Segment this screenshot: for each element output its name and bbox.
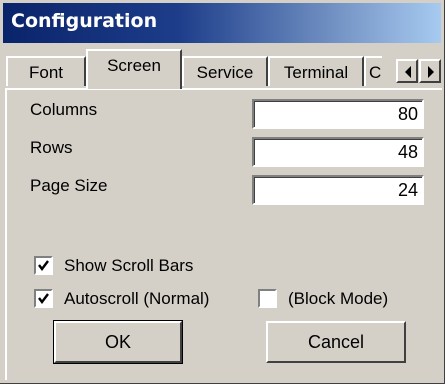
tab-font-label: Font bbox=[28, 63, 64, 82]
cancel-button-label: Cancel bbox=[307, 332, 365, 352]
block-mode-label[interactable]: (Block Mode) bbox=[288, 289, 388, 309]
tab-screen-label: Screen bbox=[107, 56, 161, 75]
columns-label: Columns bbox=[30, 100, 98, 119]
tab-partial-label: C bbox=[369, 63, 382, 82]
page-size-input[interactable]: 24 bbox=[252, 175, 424, 205]
columns-value: 80 bbox=[397, 104, 418, 124]
title-bar[interactable]: Configuration bbox=[3, 3, 441, 43]
autoscroll-label[interactable]: Autoscroll (Normal) bbox=[64, 289, 209, 309]
tab-partial[interactable]: C bbox=[364, 56, 382, 86]
tab-terminal-label: Terminal bbox=[283, 63, 349, 82]
tab-screen[interactable]: Screen bbox=[86, 49, 182, 89]
show-scroll-bars-checkbox[interactable] bbox=[34, 256, 53, 275]
ok-button[interactable]: OK bbox=[53, 320, 183, 364]
window-title: Configuration bbox=[11, 10, 158, 32]
rows-input[interactable]: 48 bbox=[252, 137, 424, 167]
columns-input[interactable]: 80 bbox=[252, 99, 424, 129]
tab-scroll-left-button[interactable] bbox=[396, 59, 418, 83]
page-size-label: Page Size bbox=[30, 176, 108, 195]
configuration-dialog: Configuration Font Screen Service Termin… bbox=[0, 0, 445, 384]
tab-scroll-right-button[interactable] bbox=[419, 59, 441, 83]
cancel-button[interactable]: Cancel bbox=[266, 321, 406, 363]
autoscroll-checkbox[interactable] bbox=[34, 289, 53, 308]
tab-font[interactable]: Font bbox=[6, 56, 86, 86]
rows-label: Rows bbox=[30, 138, 73, 157]
tab-service-label: Service bbox=[196, 63, 254, 82]
block-mode-checkbox[interactable] bbox=[258, 289, 277, 308]
checkmark-icon bbox=[38, 293, 49, 304]
ok-button-label: OK bbox=[104, 332, 131, 352]
rows-value: 48 bbox=[397, 142, 418, 162]
checkmark-icon bbox=[38, 260, 49, 271]
show-scroll-bars-label[interactable]: Show Scroll Bars bbox=[64, 256, 193, 276]
page-size-value: 24 bbox=[397, 180, 418, 200]
tab-service[interactable]: Service bbox=[182, 56, 268, 86]
tab-terminal[interactable]: Terminal bbox=[268, 56, 364, 86]
